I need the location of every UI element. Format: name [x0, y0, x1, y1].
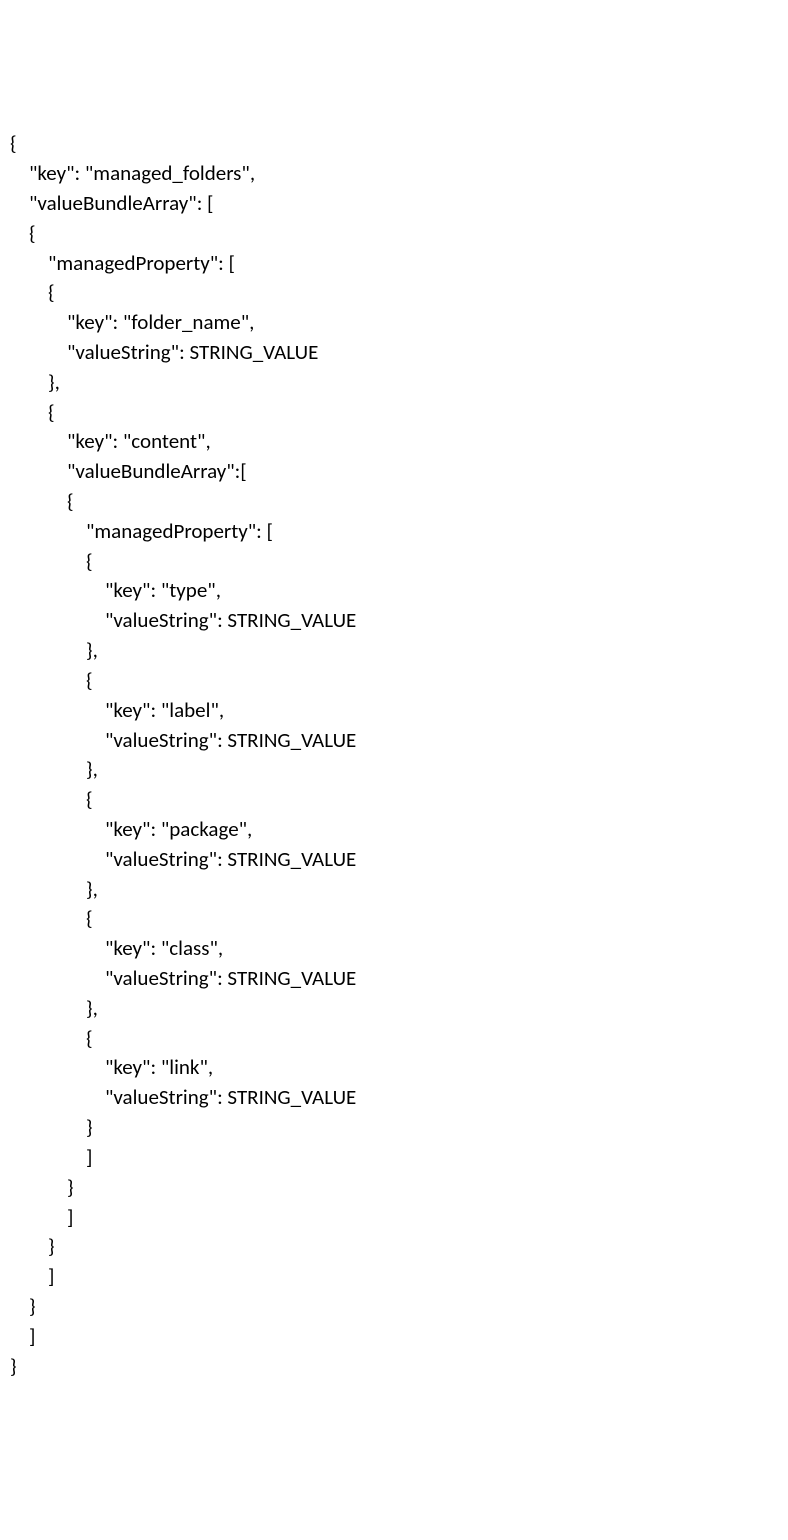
code-line: {: [10, 548, 93, 574]
code-line: {: [10, 399, 55, 425]
code-line: "valueBundleArray": [: [10, 190, 214, 216]
code-line: }: [10, 1114, 93, 1140]
code-line: }: [10, 1293, 36, 1319]
code-line: "valueString": STRING_VALUE: [10, 607, 356, 633]
code-line: {: [10, 130, 17, 156]
code-line: ]: [10, 1263, 54, 1289]
code-line: {: [10, 905, 93, 931]
code-block: { "key": "managed_folders", "valueBundle…: [10, 129, 778, 1381]
code-line: {: [10, 667, 93, 693]
code-line: "key": "content",: [10, 428, 211, 454]
code-line: "key": "type",: [10, 577, 221, 603]
code-line: "key": "package",: [10, 816, 252, 842]
code-line: },: [10, 369, 60, 395]
code-line: "valueBundleArray":[: [10, 458, 247, 484]
code-line: "valueString": STRING_VALUE: [10, 965, 356, 991]
code-line: "valueString": STRING_VALUE: [10, 339, 318, 365]
code-line: },: [10, 995, 98, 1021]
code-line: },: [10, 876, 98, 902]
code-line: {: [10, 220, 36, 246]
code-line: },: [10, 637, 98, 663]
code-line: {: [10, 279, 55, 305]
code-line: {: [10, 786, 93, 812]
code-line: "valueString": STRING_VALUE: [10, 1084, 356, 1110]
code-line: "managedProperty": [: [10, 250, 235, 276]
code-line: "valueString": STRING_VALUE: [10, 846, 356, 872]
code-line: }: [10, 1174, 74, 1200]
code-line: "key": "managed_folders",: [10, 160, 255, 186]
code-line: "key": "label",: [10, 697, 224, 723]
code-line: }: [10, 1233, 55, 1259]
code-line: {: [10, 1025, 93, 1051]
code-line: ]: [10, 1323, 35, 1349]
code-line: },: [10, 756, 98, 782]
code-line: ]: [10, 1144, 92, 1170]
code-line: {: [10, 488, 74, 514]
code-line: "valueString": STRING_VALUE: [10, 727, 356, 753]
code-line: }: [10, 1353, 17, 1379]
code-line: ]: [10, 1204, 73, 1230]
code-line: "key": "link",: [10, 1054, 213, 1080]
code-line: "key": "folder_name",: [10, 309, 254, 335]
code-line: "managedProperty": [: [10, 518, 273, 544]
code-line: "key": "class",: [10, 935, 223, 961]
